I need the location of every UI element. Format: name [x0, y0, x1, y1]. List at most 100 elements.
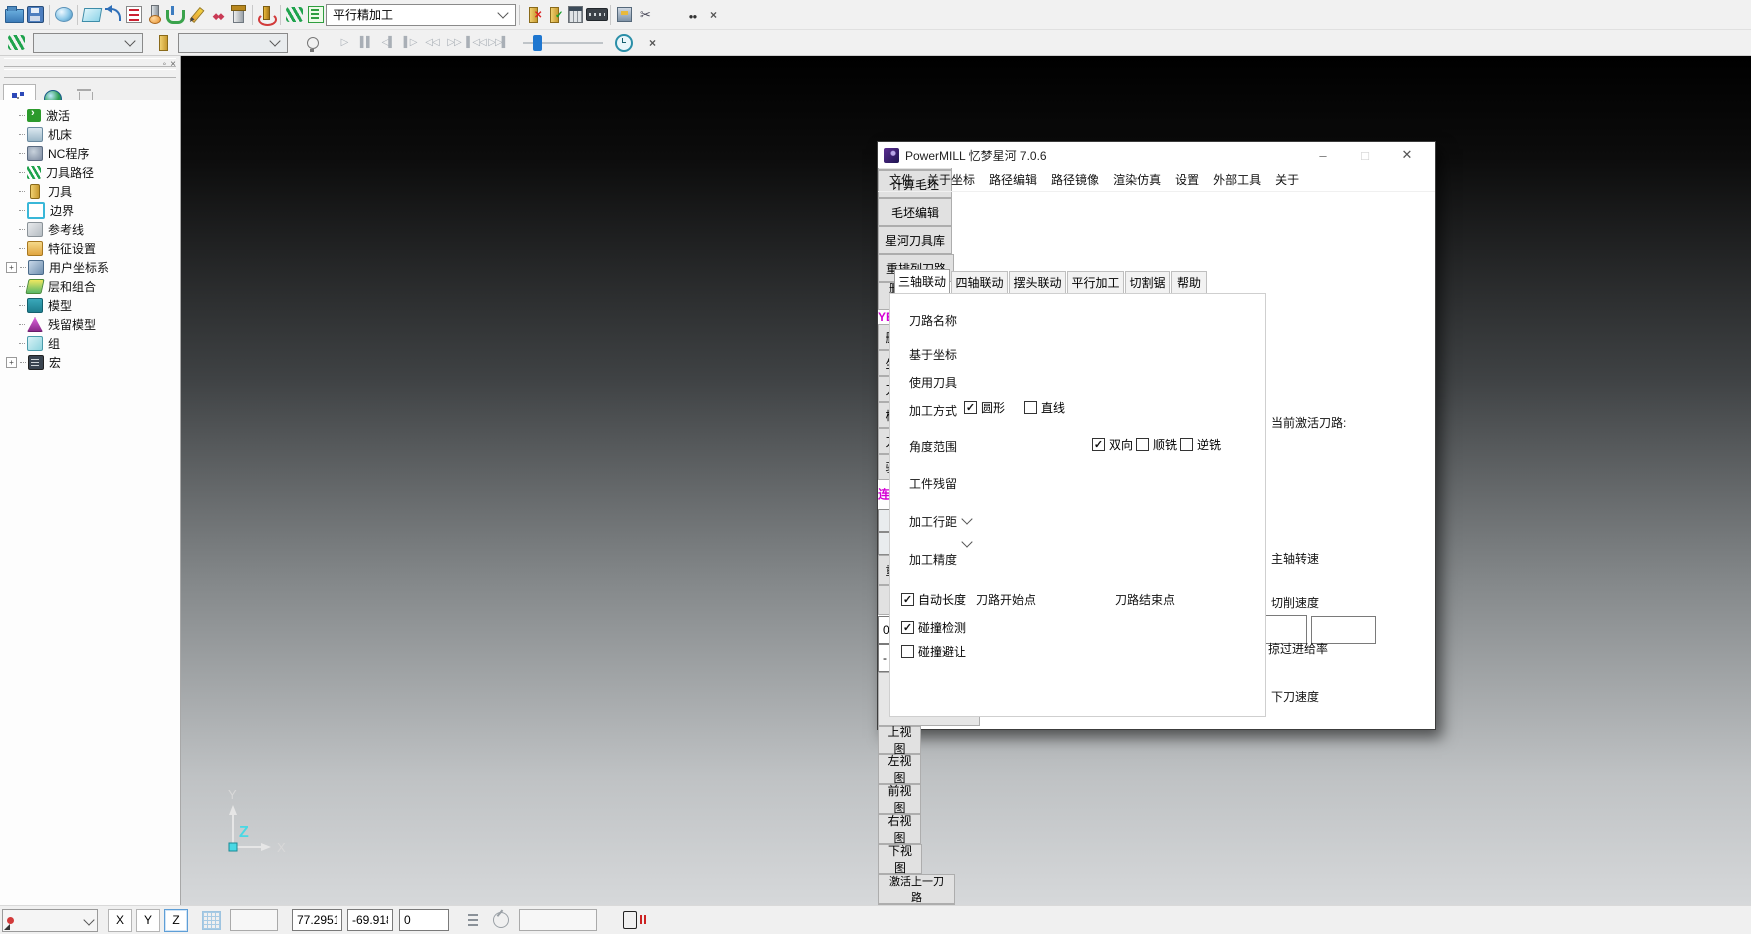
go-to-start-button[interactable]: ▌◁◁	[465, 33, 487, 53]
menu-file[interactable]: 文件	[882, 171, 920, 188]
conventional-option[interactable]: 逆铣	[1180, 436, 1221, 453]
tab-parallel[interactable]: 平行加工	[1067, 271, 1124, 293]
tree-item-levels[interactable]: 层和组合	[0, 277, 180, 296]
menu-path-edit[interactable]: 路径编辑	[982, 171, 1044, 188]
tab-4axis[interactable]: 四轴联动	[951, 271, 1008, 293]
slider-handle[interactable]	[533, 35, 542, 51]
toolpath-strategies-button[interactable]	[123, 3, 144, 27]
tab-saw[interactable]: 切割锯	[1125, 271, 1170, 293]
grid-size-input[interactable]	[230, 909, 278, 931]
menu-settings[interactable]: 设置	[1168, 171, 1206, 188]
panel-float-button[interactable]: ◦	[163, 59, 167, 70]
simulation-close-button[interactable]: ×	[642, 31, 663, 55]
stock-edit-button[interactable]: 毛坯编辑	[878, 198, 952, 226]
tree-item-tools[interactable]: 刀具	[0, 182, 180, 201]
block-button[interactable]	[81, 3, 102, 27]
menu-about[interactable]: 关于	[1268, 171, 1306, 188]
tree-item-nc-program[interactable]: NC程序	[0, 144, 180, 163]
calculator-button[interactable]	[565, 3, 586, 27]
tree-item-groups[interactable]: 组	[0, 334, 180, 353]
tree-item-boundaries[interactable]: 边界	[0, 201, 180, 220]
step-forward-button[interactable]: ▌▷	[399, 33, 421, 53]
tree-item-models[interactable]: 模型	[0, 296, 180, 315]
panel-grip[interactable]	[4, 58, 176, 67]
cursor-y-input[interactable]	[347, 909, 393, 931]
step-back-button[interactable]: ◁▌	[377, 33, 399, 53]
bidirectional-option[interactable]: 双向	[1092, 436, 1133, 453]
tool-library-button[interactable]: 星河刀具库	[878, 226, 952, 254]
circle-checkbox[interactable]	[964, 401, 977, 414]
dialog-minimize-button[interactable]: –	[1306, 142, 1340, 168]
shaded-view-button[interactable]	[53, 3, 74, 27]
menu-about-coords[interactable]: 关于坐标	[920, 171, 982, 188]
dialog-close-button[interactable]: ✕	[1390, 142, 1424, 168]
rewind-button[interactable]: ◁◁	[421, 33, 443, 53]
dialog-maximize-button[interactable]: □	[1348, 142, 1382, 168]
expander-icon[interactable]: +	[6, 262, 17, 273]
play-button[interactable]: ▷	[333, 33, 355, 53]
probe-button[interactable]	[490, 908, 511, 932]
tab-tilt-head[interactable]: 摆头联动	[1009, 271, 1066, 293]
highlight-button[interactable]	[302, 31, 323, 55]
open-project-button[interactable]	[4, 3, 25, 27]
simulation-clock-button[interactable]	[613, 31, 634, 55]
line-checkbox[interactable]	[1024, 401, 1037, 414]
grid-toggle-button[interactable]	[198, 908, 224, 932]
collision-check-button[interactable]	[165, 3, 186, 27]
cut-button[interactable]	[635, 3, 656, 27]
go-to-end-button[interactable]: ▷▷▌	[487, 33, 509, 53]
tree-item-feature-sets[interactable]: 特征设置	[0, 239, 180, 258]
conventional-checkbox[interactable]	[1180, 438, 1193, 451]
pause-button[interactable]: ▌▌	[355, 33, 377, 53]
toolbar-close-button[interactable]: ×	[703, 3, 724, 27]
strategy-browser-button[interactable]	[305, 3, 326, 27]
pause-output-button[interactable]	[619, 908, 640, 932]
collision-check-option[interactable]: 碰撞检测	[901, 619, 966, 636]
tree-item-patterns[interactable]: 参考线	[0, 220, 180, 239]
fast-forward-button[interactable]: ▷▷	[443, 33, 465, 53]
axis-z-button[interactable]: Z	[164, 909, 188, 932]
climb-checkbox[interactable]	[1136, 438, 1149, 451]
axis-x-button[interactable]: X	[108, 909, 132, 932]
tree-item-machine[interactable]: 机床	[0, 125, 180, 144]
cursor-x-input[interactable]	[292, 909, 342, 931]
bidirectional-checkbox[interactable]	[1092, 438, 1105, 451]
panel-grip[interactable]	[4, 69, 176, 78]
climb-option[interactable]: 顺铣	[1136, 436, 1177, 453]
tab-3axis[interactable]: 三轴联动	[894, 269, 950, 293]
cursor-z-input[interactable]	[399, 909, 449, 931]
auto-length-checkbox[interactable]	[901, 593, 914, 606]
method-line-option[interactable]: 直线	[1024, 399, 1065, 416]
collision-avoid-option[interactable]: 碰撞避让	[901, 643, 966, 660]
menu-render-simulate[interactable]: 渲染仿真	[1106, 171, 1168, 188]
view-right-button[interactable]: 右视图	[878, 814, 921, 844]
menu-external-tools[interactable]: 外部工具	[1206, 171, 1268, 188]
collision-avoid-checkbox[interactable]	[901, 645, 914, 658]
boundary-button[interactable]	[186, 3, 207, 27]
tool-button[interactable]	[144, 3, 165, 27]
clamp-button[interactable]	[614, 3, 635, 27]
view-front-button[interactable]: 前视图	[878, 784, 921, 814]
tree-item-macros[interactable]: +宏	[0, 353, 180, 372]
tree-item-activate[interactable]: 激活	[0, 106, 180, 125]
simulation-powermill-button[interactable]	[6, 31, 27, 55]
expander-icon[interactable]: +	[6, 357, 17, 368]
nc-program-dropdown[interactable]	[33, 33, 143, 53]
activate-previous-toolpath-button[interactable]: 激活上一刀路	[878, 874, 955, 904]
tree-item-toolpaths[interactable]: 刀具路径	[0, 163, 180, 182]
coordinate-list-toggle[interactable]	[463, 908, 484, 932]
method-circle-option[interactable]: 圆形	[964, 399, 1005, 416]
panel-close-button[interactable]: ×	[170, 59, 176, 70]
axis-y-button[interactable]: Y	[136, 909, 160, 932]
simulation-speed-slider[interactable]	[523, 33, 603, 53]
tool-verify-button[interactable]	[544, 3, 565, 27]
numpad-button[interactable]	[586, 3, 607, 27]
search-button[interactable]	[682, 3, 703, 27]
powermill-button[interactable]	[284, 3, 305, 27]
strategy-preset-dropdown[interactable]: 平行精加工	[326, 4, 516, 26]
tree-item-workplanes[interactable]: +用户坐标系	[0, 258, 180, 277]
drilling-button[interactable]	[256, 3, 277, 27]
simulation-tool-dropdown[interactable]	[178, 33, 288, 53]
view-bottom-button[interactable]: 下视图	[878, 844, 922, 874]
tool-delete-button[interactable]	[523, 3, 544, 27]
